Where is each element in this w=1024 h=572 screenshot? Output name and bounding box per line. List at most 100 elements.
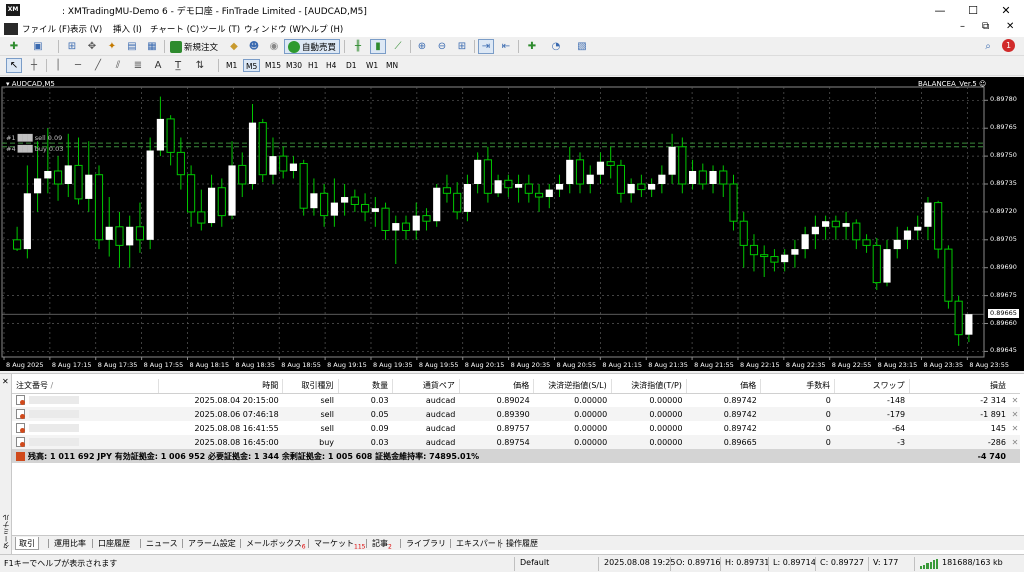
- status-separator: [598, 557, 599, 571]
- order-type: sell: [282, 407, 339, 421]
- price-chart[interactable]: ▾ AUDCAD,M5 BALANCEA_Ver.5 ☺ #1 ███ sell…: [0, 77, 1024, 371]
- menu-view[interactable]: 表示 (V): [70, 23, 102, 35]
- menu-insert[interactable]: 挿入 (I): [113, 23, 142, 35]
- strategy-tester-icon[interactable]: ▦: [144, 39, 160, 54]
- vertical-line-icon[interactable]: │: [50, 58, 66, 73]
- col-tp[interactable]: 決済指値(T/P): [611, 379, 687, 394]
- new-chart-icon[interactable]: ✚: [6, 39, 22, 54]
- timeframe-h1[interactable]: H1: [306, 59, 320, 72]
- navigator-icon[interactable]: ✦: [104, 39, 120, 54]
- tab-exposure[interactable]: 運用比率: [51, 537, 89, 550]
- child-window-icon[interactable]: [4, 23, 18, 35]
- trendline-icon[interactable]: ╱: [90, 58, 106, 73]
- col-symbol[interactable]: 通貨ペア: [392, 379, 460, 394]
- col-price[interactable]: 価格: [686, 379, 762, 394]
- maximize-button[interactable]: ☐: [957, 0, 989, 21]
- indicators-icon[interactable]: ✚: [524, 39, 540, 54]
- chart-shift-icon[interactable]: ⇤: [498, 39, 514, 54]
- timeframe-d1[interactable]: D1: [344, 59, 359, 72]
- fibonacci-icon[interactable]: ≣: [130, 58, 146, 73]
- market-watch-icon[interactable]: ⊞: [64, 39, 80, 54]
- text-label-icon[interactable]: T̲: [170, 58, 186, 73]
- col-sl[interactable]: 決済逆指値(S/L): [533, 379, 612, 394]
- col-swap[interactable]: スワップ: [834, 379, 910, 394]
- cursor-icon[interactable]: ↖: [6, 58, 22, 73]
- templates-icon[interactable]: ▧: [574, 39, 590, 54]
- menu-help[interactable]: ヘルプ (H): [302, 23, 343, 35]
- tab-alerts[interactable]: アラーム設定: [185, 537, 239, 550]
- timeframe-m15[interactable]: M15: [263, 59, 283, 72]
- profiles-icon[interactable]: ▣: [30, 39, 46, 54]
- col-volume[interactable]: 数量: [338, 379, 394, 394]
- col-profit[interactable]: 損益: [909, 379, 1010, 394]
- timeframe-m30[interactable]: M30: [284, 59, 304, 72]
- bar-chart-icon[interactable]: ╫: [350, 39, 366, 54]
- col-type[interactable]: 取引種別: [282, 379, 339, 394]
- metaeditor-icon[interactable]: ◆: [226, 39, 242, 54]
- order-row[interactable]: 2025.08.08 16:45:00 buy 0.03 audcad 0.89…: [12, 435, 1020, 449]
- menu-chart[interactable]: チャート (C): [150, 23, 199, 35]
- tile-windows-icon[interactable]: ⊞: [454, 39, 470, 54]
- order-row[interactable]: 2025.08.08 16:41:55 sell 0.09 audcad 0.8…: [12, 421, 1020, 435]
- new-order-button[interactable]: 新規注文: [170, 39, 218, 54]
- tab-mailbox[interactable]: メールボックス6: [243, 537, 309, 551]
- horizontal-line-icon[interactable]: ─: [70, 58, 86, 73]
- vps-icon[interactable]: ◉: [266, 39, 282, 54]
- signals-icon[interactable]: ☻: [246, 39, 262, 54]
- col-commission[interactable]: 手数料: [760, 379, 836, 394]
- text-tool-icon[interactable]: A: [150, 58, 166, 73]
- tab-experts[interactable]: エキスパート: [453, 537, 507, 550]
- close-order-icon[interactable]: ✕: [1010, 393, 1020, 407]
- crosshair-icon[interactable]: ┼: [26, 58, 42, 73]
- status-datetime: 2025.08.08 19:25: [604, 558, 676, 567]
- child-minimize-button[interactable]: –: [960, 21, 965, 32]
- order-row[interactable]: 2025.08.06 07:46:18 sell 0.05 audcad 0.8…: [12, 407, 1020, 421]
- tab-account-history[interactable]: 口座履歴: [95, 537, 133, 550]
- zoom-in-icon[interactable]: ⊕: [414, 39, 430, 54]
- menu-tools[interactable]: ツール (T): [200, 23, 240, 35]
- close-button[interactable]: ✕: [990, 0, 1022, 21]
- periods-icon[interactable]: ◔: [548, 39, 564, 54]
- bull-candle: [392, 223, 400, 231]
- close-order-icon[interactable]: ✕: [1009, 435, 1020, 449]
- search-icon[interactable]: ⌕: [980, 39, 996, 54]
- col-time[interactable]: 時間: [158, 379, 284, 394]
- time-tick-label: 8 Aug 20:35: [510, 361, 551, 369]
- child-restore-button[interactable]: ⧉: [982, 21, 989, 32]
- menu-file[interactable]: ファイル (F): [22, 23, 70, 35]
- line-chart-icon[interactable]: ⟋: [390, 39, 406, 54]
- autotrade-button[interactable]: 自動売買: [284, 39, 341, 54]
- tab-market[interactable]: マーケット115: [311, 537, 368, 551]
- col-ticket[interactable]: 注文番号 /: [12, 379, 159, 394]
- candlestick-icon[interactable]: ▮: [370, 39, 386, 54]
- tab-journal[interactable]: 操作履歴: [503, 537, 541, 550]
- minimize-button[interactable]: —: [924, 0, 956, 21]
- timeframe-h4[interactable]: H4: [324, 59, 338, 72]
- data-window-icon[interactable]: ✥: [84, 39, 100, 54]
- close-order-icon[interactable]: ✕: [1010, 421, 1020, 435]
- timeframe-mn[interactable]: MN: [384, 59, 400, 72]
- tab-news[interactable]: ニュース: [143, 537, 181, 550]
- child-close-button[interactable]: ✕: [1006, 21, 1014, 32]
- terminal-icon[interactable]: ▤: [124, 39, 140, 54]
- col-open-price[interactable]: 価格: [459, 379, 535, 394]
- timeframe-m5[interactable]: M5: [243, 59, 261, 72]
- tab-library[interactable]: ライブラリ: [403, 537, 449, 550]
- timeframe-w1[interactable]: W1: [364, 59, 380, 72]
- tab-trade[interactable]: 取引: [15, 537, 39, 550]
- autoscroll-icon[interactable]: ⇥: [478, 39, 494, 54]
- time-tick-label: 8 Aug 23:35: [923, 361, 964, 369]
- tab-articles[interactable]: 記事2: [369, 537, 395, 551]
- status-profile[interactable]: Default: [520, 558, 549, 567]
- channel-icon[interactable]: ⫽: [110, 58, 126, 73]
- order-row[interactable]: 2025.08.04 20:15:00 sell 0.03 audcad 0.8…: [12, 393, 1020, 407]
- time-tick-label: 8 Aug 21:15: [602, 361, 643, 369]
- timeframe-m1[interactable]: M1: [224, 59, 239, 72]
- terminal-close-icon[interactable]: ✕: [2, 377, 9, 386]
- zoom-out-icon[interactable]: ⊖: [434, 39, 450, 54]
- notification-badge[interactable]: 1: [1002, 39, 1015, 52]
- arrows-icon[interactable]: ⇅: [192, 58, 208, 73]
- close-order-icon[interactable]: ✕: [1009, 407, 1020, 421]
- bear-candle: [575, 159, 585, 185]
- menu-window[interactable]: ウィンドウ (W): [244, 23, 304, 35]
